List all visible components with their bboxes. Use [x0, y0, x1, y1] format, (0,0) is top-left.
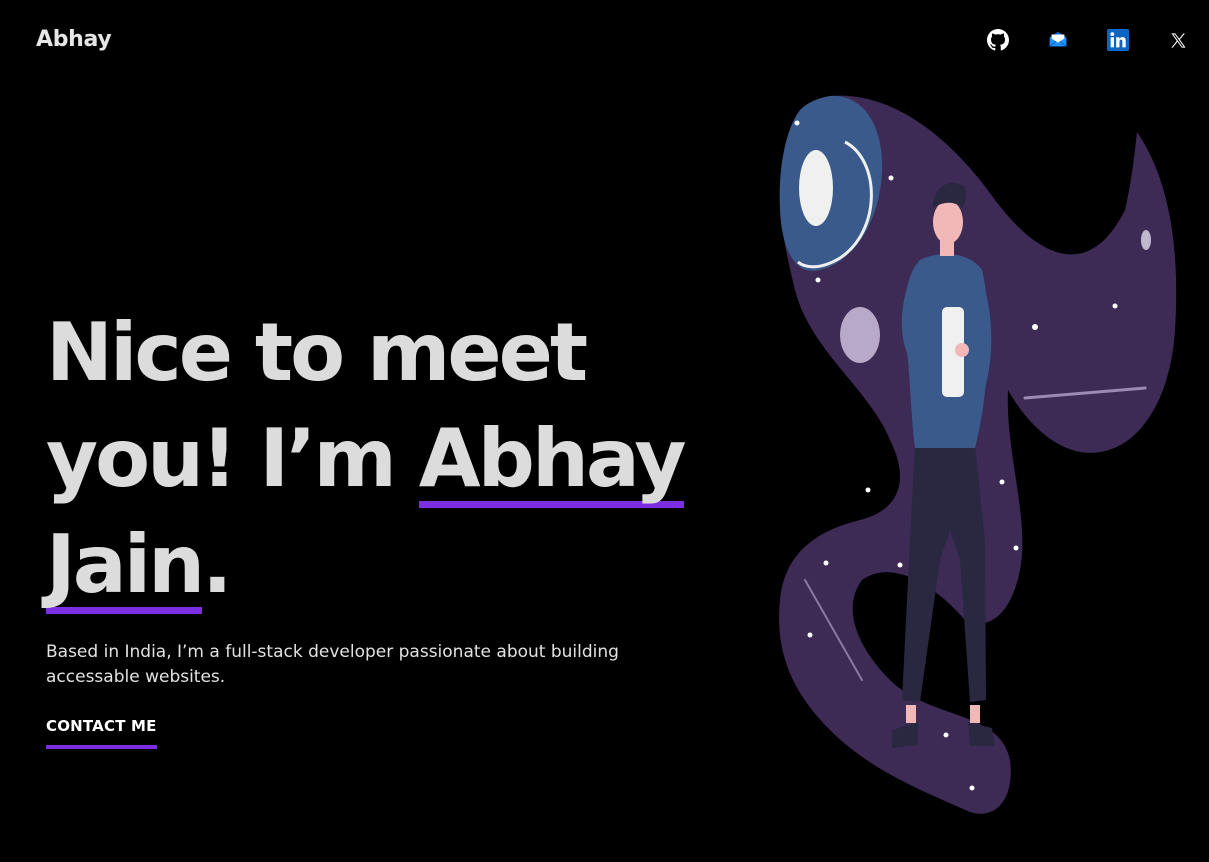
- star: [969, 785, 975, 791]
- headline-line-3: Jain.: [46, 512, 766, 618]
- right-shoe: [968, 722, 995, 746]
- headline-line-2: you! I’m Abhay: [46, 406, 766, 512]
- github-icon[interactable]: [986, 28, 1010, 52]
- hand: [955, 343, 969, 357]
- star: [794, 120, 800, 126]
- star: [865, 487, 871, 493]
- star: [1013, 545, 1019, 551]
- hero-headline: Nice to meet you! I’m Abhay Jain.: [46, 300, 766, 618]
- page: Abhay Nice to meet you! I’m Abhay Jain. …: [0, 0, 1209, 862]
- star: [1112, 303, 1118, 309]
- linkedin-icon[interactable]: [1106, 28, 1130, 52]
- star: [1032, 324, 1038, 330]
- contact-me-link[interactable]: CONTACT ME: [46, 717, 157, 749]
- headline-line-1: Nice to meet: [46, 306, 588, 399]
- mail-icon[interactable]: [1046, 28, 1070, 52]
- dot-planet: [1141, 230, 1151, 250]
- small-planet: [840, 307, 880, 363]
- github-glyph: [987, 29, 1009, 51]
- mail-glyph: [1049, 31, 1067, 47]
- star: [943, 732, 949, 738]
- x-glyph: [1170, 32, 1186, 48]
- right-ankle: [970, 705, 980, 723]
- name-last: Jain: [46, 518, 205, 611]
- name-last-highlight: Jain: [46, 512, 205, 618]
- hero-section: Nice to meet you! I’m Abhay Jain.: [46, 300, 766, 618]
- star: [823, 560, 829, 566]
- head: [933, 200, 963, 244]
- star: [815, 277, 821, 283]
- headline-greeting: you! I’m: [46, 412, 419, 505]
- brand-logo[interactable]: Abhay: [36, 27, 112, 52]
- left-ankle: [906, 705, 916, 723]
- hero-intro: Based in India, I’m a full-stack develop…: [46, 642, 619, 687]
- headline-period: .: [202, 518, 232, 611]
- star: [897, 562, 903, 568]
- moon: [799, 150, 833, 226]
- name-first: Abhay: [418, 412, 687, 505]
- star: [807, 632, 813, 638]
- name-first-highlight: Abhay: [418, 406, 687, 512]
- space-illustration: [779, 95, 1177, 814]
- linkedin-glyph: [1107, 29, 1129, 51]
- star: [999, 479, 1005, 485]
- star: [888, 175, 894, 181]
- x-icon[interactable]: [1166, 28, 1190, 52]
